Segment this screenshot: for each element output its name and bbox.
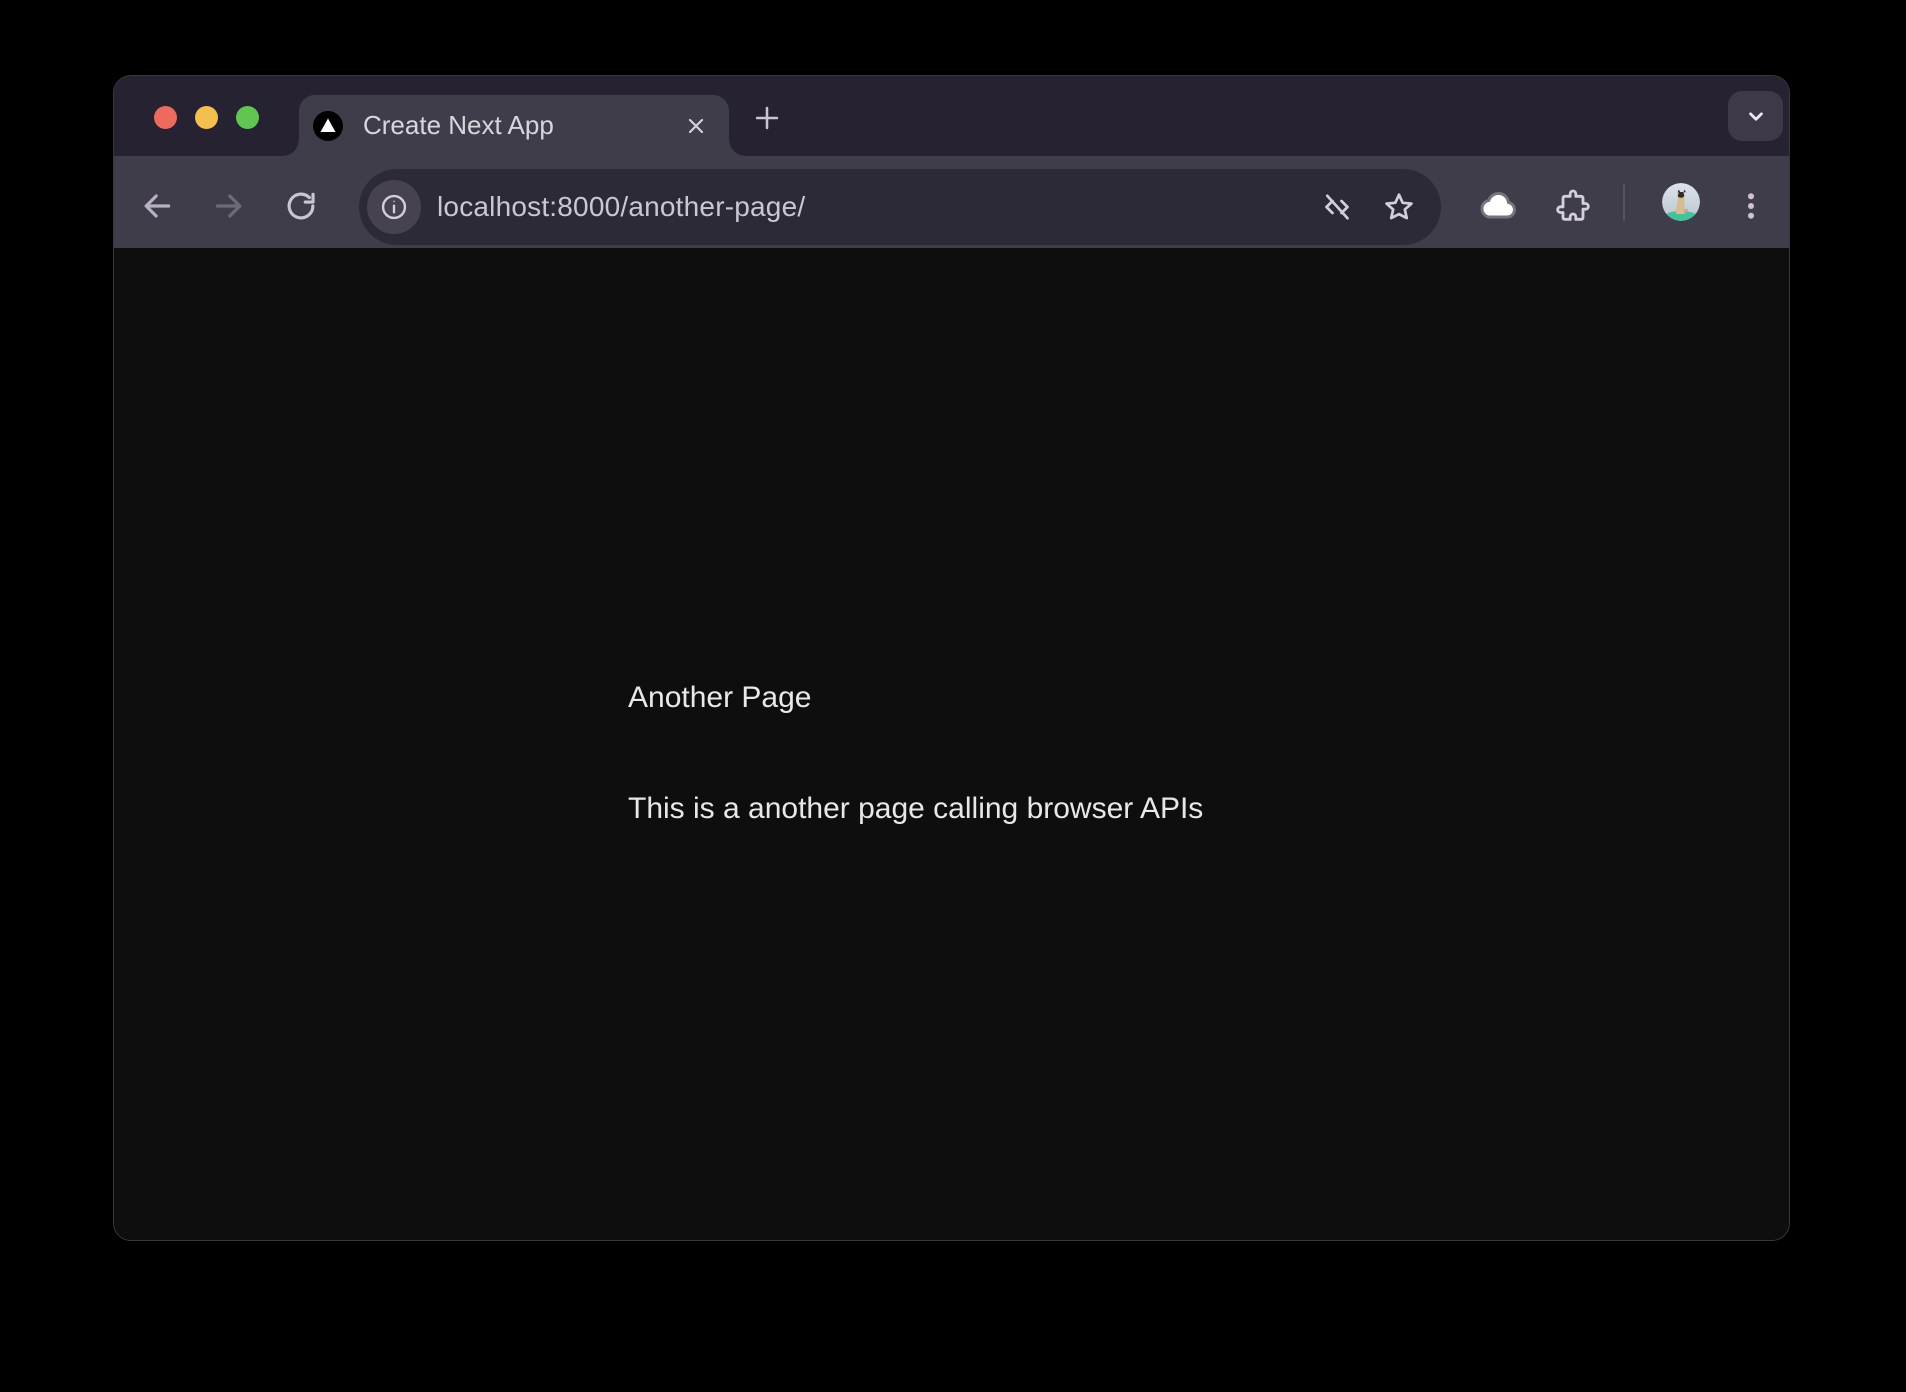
sync-cloud-button[interactable] <box>1474 182 1522 230</box>
browser-menu-button[interactable] <box>1727 182 1775 230</box>
forward-button[interactable] <box>207 184 251 228</box>
reload-button[interactable] <box>279 184 323 228</box>
close-window-button[interactable] <box>154 106 177 129</box>
bookmark-star-icon[interactable] <box>1379 187 1419 227</box>
chevron-down-icon <box>1743 103 1769 129</box>
page-body-text: This is a another page calling browser A… <box>628 792 1204 825</box>
tab-title: Create Next App <box>363 110 554 140</box>
traffic-lights <box>154 106 259 129</box>
profile-avatar[interactable] <box>1662 183 1700 221</box>
extensions-puzzle-icon <box>1553 186 1593 226</box>
reload-icon <box>282 187 320 225</box>
toolbar-divider <box>1623 183 1625 221</box>
minimize-window-button[interactable] <box>195 106 218 129</box>
back-button[interactable] <box>135 184 179 228</box>
browser-tab-active[interactable]: Create Next App <box>283 95 745 156</box>
nextjs-favicon-icon <box>313 110 343 141</box>
code-off-icon[interactable] <box>1317 187 1357 227</box>
new-tab-button[interactable] <box>745 96 789 140</box>
info-circle-icon <box>378 191 410 223</box>
page-content: Another Page This is a another page call… <box>114 248 1789 1240</box>
tab-close-icon[interactable] <box>679 109 713 143</box>
kebab-menu-icon <box>1733 188 1769 224</box>
page-heading: Another Page <box>628 681 812 714</box>
cloud-icon <box>1476 184 1520 228</box>
extensions-button[interactable] <box>1549 182 1597 230</box>
desktop-background: Create Next App localhost:8000/another-p… <box>0 0 1906 1392</box>
tab-search-button[interactable] <box>1728 91 1783 141</box>
browser-toolbar: localhost:8000/another-page/ <box>114 156 1789 248</box>
site-info-button[interactable] <box>367 180 421 234</box>
omnibox[interactable]: localhost:8000/another-page/ <box>359 169 1441 245</box>
tab-strip: Create Next App <box>114 76 1789 156</box>
arrow-left-icon <box>137 186 177 226</box>
browser-window: Create Next App localhost:8000/another-p… <box>113 75 1790 1241</box>
zoom-window-button[interactable] <box>236 106 259 129</box>
url-text[interactable]: localhost:8000/another-page/ <box>437 191 1317 223</box>
arrow-right-icon <box>209 186 249 226</box>
